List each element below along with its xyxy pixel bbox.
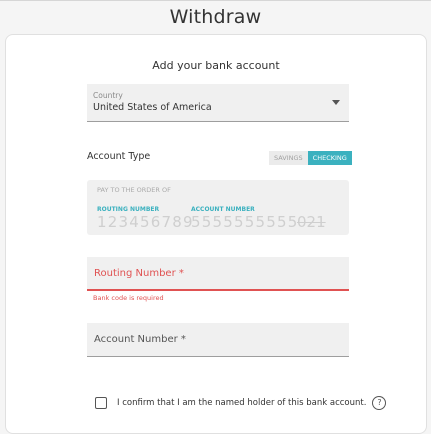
check-illustration: PAY TO THE ORDER OF ROUTING NUMBER ACCOU… <box>87 180 349 235</box>
account-number-caption: ACCOUNT NUMBER <box>191 206 255 213</box>
account-number-example: 5555555555 <box>191 213 299 231</box>
routing-number-field <box>87 257 349 291</box>
check-number-example: 021 <box>297 213 326 231</box>
withdraw-card: Add your bank account Country United Sta… <box>5 34 427 434</box>
checking-option[interactable]: CHECKING <box>307 151 352 165</box>
country-label: Country <box>93 91 123 100</box>
confirm-text: I confirm that I am the named holder of … <box>117 398 367 408</box>
form-subtitle: Add your bank account <box>152 59 280 72</box>
help-icon[interactable]: ? <box>372 396 387 410</box>
confirm-row: I confirm that I am the named holder of … <box>95 396 387 410</box>
routing-number-error: Bank code is required <box>93 294 164 302</box>
page-title: Withdraw <box>169 6 262 28</box>
account-type-label: Account Type <box>87 151 151 162</box>
country-value: United States of America <box>93 102 212 113</box>
routing-number-input[interactable] <box>87 257 349 289</box>
routing-number-example: 123456789 <box>97 213 194 231</box>
country-select[interactable]: Country United States of America <box>87 84 349 122</box>
top-divider <box>0 0 431 1</box>
chevron-down-icon <box>332 100 340 105</box>
account-number-input[interactable] <box>87 323 349 356</box>
account-type-toggle: SAVINGS CHECKING <box>269 151 352 165</box>
account-number-field <box>87 323 349 357</box>
routing-number-caption: ROUTING NUMBER <box>97 206 160 213</box>
confirm-checkbox[interactable] <box>95 397 107 409</box>
savings-option[interactable]: SAVINGS <box>269 151 308 165</box>
pay-to-text: PAY TO THE ORDER OF <box>97 186 171 194</box>
